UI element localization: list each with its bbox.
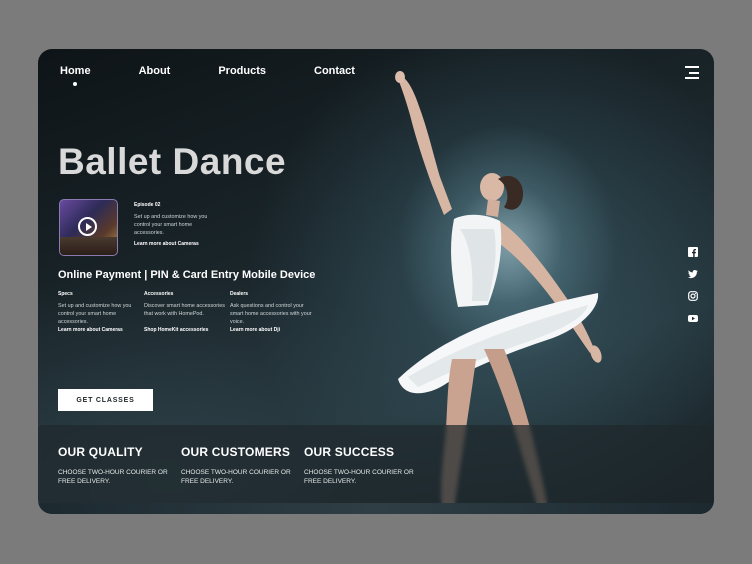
episode-info: Episode 02 Set up and customize how you … bbox=[134, 202, 214, 247]
feature-desc: CHOOSE TWO-HOUR COURIER OR FREE DELIVERY… bbox=[304, 469, 414, 485]
nav-about[interactable]: About bbox=[139, 65, 171, 77]
youtube-icon[interactable] bbox=[688, 310, 698, 322]
feature-title: OUR QUALITY bbox=[58, 445, 143, 459]
feature-customers: OUR CUSTOMERS CHOOSE TWO-HOUR COURIER OR… bbox=[181, 445, 296, 486]
feature-title: OUR SUCCESS bbox=[304, 445, 395, 459]
column-link[interactable]: Shop HomeKit accessories bbox=[144, 327, 230, 333]
features-bar: OUR QUALITY CHOOSE TWO-HOUR COURIER OR F… bbox=[38, 425, 714, 503]
feature-success: OUR SUCCESS CHOOSE TWO-HOUR COURIER OR F… bbox=[304, 445, 419, 486]
column-title: Dealers bbox=[230, 291, 249, 297]
feature-desc: CHOOSE TWO-HOUR COURIER OR FREE DELIVERY… bbox=[181, 469, 291, 485]
column-title: Accessories bbox=[144, 291, 174, 297]
episode-link[interactable]: Learn more about Cameras bbox=[134, 241, 214, 247]
column-link[interactable]: Learn more about Dji bbox=[230, 327, 316, 333]
nav-home[interactable]: Home bbox=[60, 65, 91, 77]
column-desc: Discover smart home accessories that wor… bbox=[144, 303, 225, 317]
info-column-accessories: Accessories Discover smart home accessor… bbox=[144, 291, 230, 333]
bottom-strip bbox=[38, 503, 714, 514]
twitter-icon[interactable] bbox=[688, 266, 698, 279]
feature-title: OUR CUSTOMERS bbox=[181, 445, 291, 459]
column-desc: Ask questions and control your smart hom… bbox=[230, 303, 312, 325]
info-columns: Specs Set up and customize how you contr… bbox=[58, 291, 316, 333]
column-desc: Set up and customize how you control you… bbox=[58, 303, 132, 325]
feature-quality: OUR QUALITY CHOOSE TWO-HOUR COURIER OR F… bbox=[58, 445, 173, 486]
play-icon[interactable] bbox=[78, 217, 97, 236]
feature-desc: CHOOSE TWO-HOUR COURIER OR FREE DELIVERY… bbox=[58, 469, 168, 485]
episode-desc: Set up and customize how you control you… bbox=[134, 214, 208, 236]
social-links bbox=[688, 244, 698, 332]
facebook-icon[interactable] bbox=[688, 244, 698, 257]
info-column-specs: Specs Set up and customize how you contr… bbox=[58, 291, 144, 333]
column-title: Specs bbox=[58, 291, 73, 297]
episode-title: Episode 02 bbox=[134, 202, 161, 208]
video-thumbnail[interactable] bbox=[59, 199, 118, 256]
page-title: Ballet Dance bbox=[58, 141, 287, 182]
nav-products[interactable]: Products bbox=[218, 65, 266, 77]
hero-card: Home About Products Contact Ballet Dance bbox=[38, 49, 714, 514]
hero-subtitle: Online Payment | PIN & Card Entry Mobile… bbox=[58, 269, 316, 281]
column-link[interactable]: Learn more about Cameras bbox=[58, 327, 144, 333]
instagram-icon[interactable] bbox=[688, 288, 698, 301]
get-classes-button[interactable]: GET CLASSES bbox=[58, 389, 153, 411]
hamburger-menu-icon[interactable] bbox=[685, 66, 699, 79]
info-column-dealers: Dealers Ask questions and control your s… bbox=[230, 291, 316, 333]
